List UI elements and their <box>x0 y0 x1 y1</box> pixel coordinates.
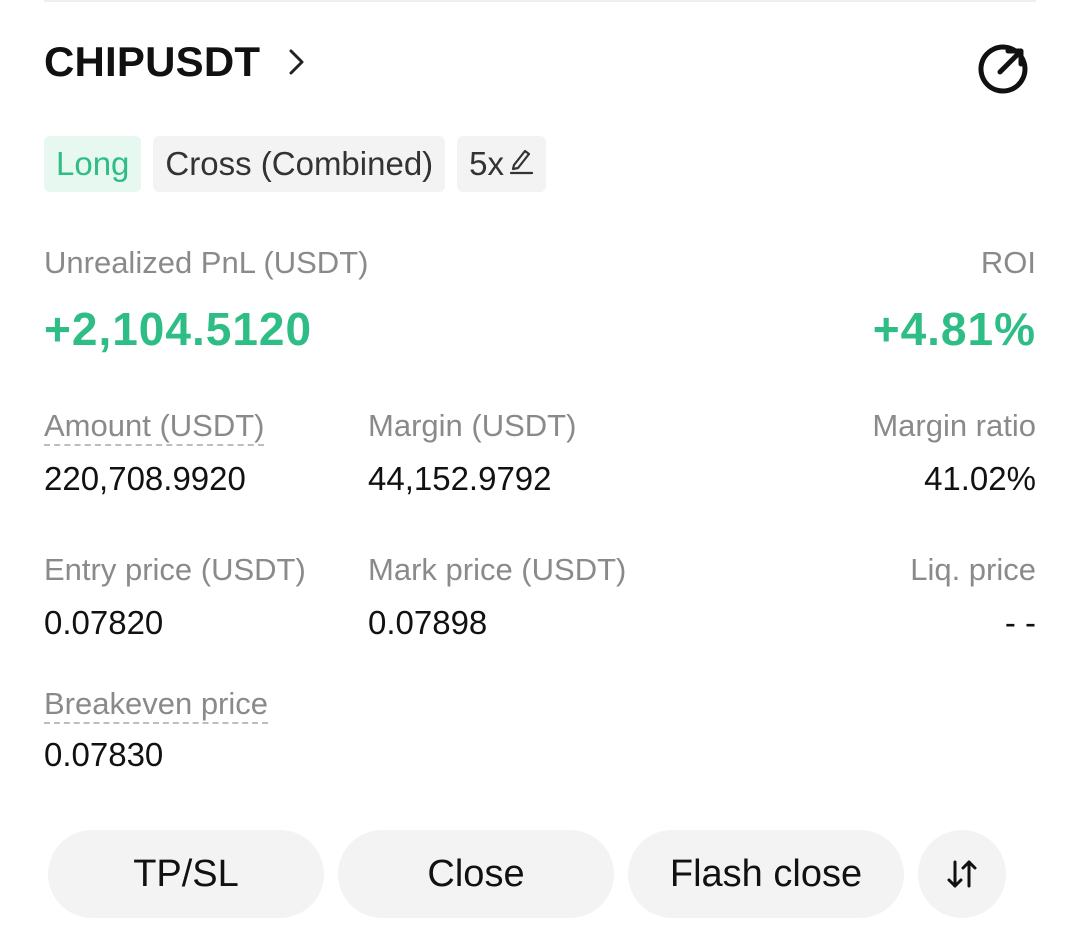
mark-price-label: Mark price (USDT) <box>368 552 627 587</box>
entry-price-label: Entry price (USDT) <box>44 552 306 587</box>
breakeven-price-label[interactable]: Breakeven price <box>44 686 269 724</box>
margin-ratio-value: 41.02% <box>924 460 1036 497</box>
roi-value: +4.81% <box>872 303 1036 355</box>
margin-ratio-label: Margin ratio <box>872 408 1036 443</box>
share-arrow-circle-icon[interactable] <box>978 42 1030 94</box>
close-button[interactable]: Close <box>338 830 614 918</box>
side-tag: Long <box>44 136 142 192</box>
action-bar: TP/SL Close Flash close <box>48 830 1006 918</box>
tpsl-button[interactable]: TP/SL <box>48 830 324 918</box>
pencil-icon[interactable] <box>508 145 534 183</box>
swap-vertical-icon[interactable] <box>918 830 1006 918</box>
margin-value: 44,152.9792 <box>368 460 552 497</box>
unrealized-pnl-label: Unrealized PnL (USDT) <box>44 245 369 280</box>
position-card: CHIPUSDT Long Cross (Combined) 5x Unreal… <box>0 0 1080 945</box>
amount-value: 220,708.9920 <box>44 460 246 497</box>
margin-mode-tag: Cross (Combined) <box>153 136 446 192</box>
leverage-value: 5x <box>469 145 505 182</box>
symbol-header[interactable]: CHIPUSDT <box>44 38 308 86</box>
flash-close-button[interactable]: Flash close <box>628 830 904 918</box>
liq-price-label: Liq. price <box>910 552 1036 587</box>
amount-label[interactable]: Amount (USDT) <box>44 408 265 446</box>
breakeven-label-text[interactable]: Breakeven price <box>44 686 269 724</box>
amount-label-text[interactable]: Amount (USDT) <box>44 408 265 446</box>
leverage-tag[interactable]: 5x <box>457 136 547 192</box>
margin-label: Margin (USDT) <box>368 408 577 443</box>
entry-price-value: 0.07820 <box>44 604 164 641</box>
chevron-right-icon[interactable] <box>286 47 308 77</box>
breakeven-price-value: 0.07830 <box>44 736 164 773</box>
roi-label: ROI <box>980 245 1036 280</box>
top-divider <box>44 0 1036 2</box>
unrealized-pnl-value: +2,104.5120 <box>44 303 313 355</box>
mark-price-value: 0.07898 <box>368 604 488 641</box>
position-tags: Long Cross (Combined) 5x <box>44 136 547 192</box>
liq-price-value: - - <box>1004 604 1036 641</box>
symbol-name[interactable]: CHIPUSDT <box>44 38 260 86</box>
